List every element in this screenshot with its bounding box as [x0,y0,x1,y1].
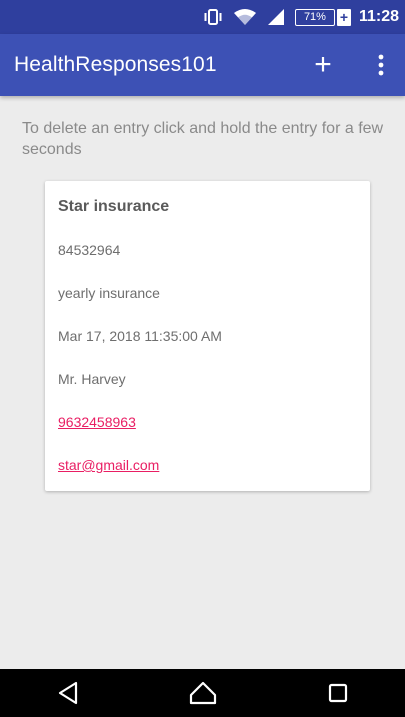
vibrate-icon [203,8,223,26]
back-icon [58,681,77,705]
add-icon: + [314,48,332,81]
app-title: HealthResponses101 [14,53,217,76]
home-button[interactable] [173,669,233,717]
home-icon [189,681,216,705]
entry-contact: Mr. Harvey [58,371,126,387]
entry-phone-link[interactable]: 9632458963 [58,414,136,430]
entry-date: Mar 17, 2018 11:35:00 AM [58,328,222,344]
entry-type: yearly insurance [58,285,160,301]
entry-card[interactable]: Star insurance 84532964 yearly insurance… [45,181,370,491]
delete-hint-text: To delete an entry click and hold the en… [22,120,384,158]
add-entry-button[interactable]: + [301,43,345,87]
status-bar: 71% + 11:28 [0,0,405,34]
battery-charging-icon: + [336,8,351,26]
recents-icon [328,683,347,703]
entry-name: Star insurance [58,198,170,215]
status-time: 11:28 [358,8,399,25]
app-bar: HealthResponses101 + [0,34,405,96]
battery-indicator: 71% + [294,8,351,26]
entry-email-link[interactable]: star@gmail.com [58,457,159,473]
entry-policy-number: 84532964 [58,242,121,258]
navigation-bar [0,669,405,717]
overflow-menu-button[interactable] [359,43,403,87]
battery-percent: 71% [294,8,335,26]
wifi-icon [233,8,257,26]
recents-button[interactable] [308,669,368,717]
overflow-menu-icon [378,54,384,76]
signal-icon [267,8,285,26]
back-button[interactable] [38,669,98,717]
